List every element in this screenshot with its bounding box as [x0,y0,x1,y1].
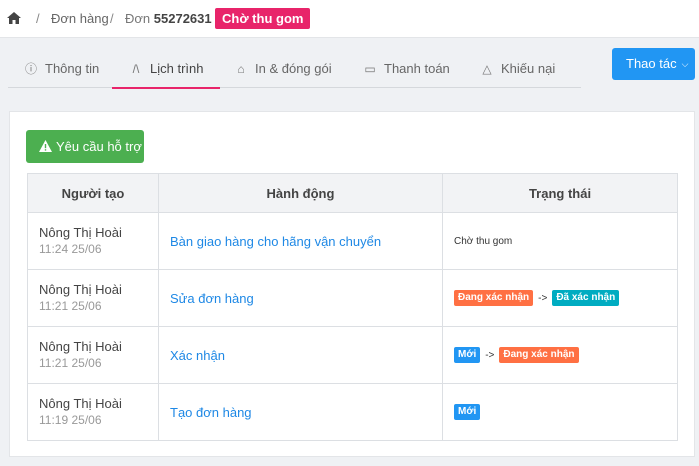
column-header-action: Hành động [158,173,443,213]
warning-icon [39,140,52,152]
table-row: Nông Thị Hoài 11:24 25/06 Bàn giao hàng … [27,212,678,270]
info-circle-icon: ⓘ [24,62,37,76]
tab-label: Khiếu nại [501,61,556,76]
creator-cell: Nông Thị Hoài 11:21 25/06 [27,326,159,384]
actions-label: Thao tác [626,56,677,71]
created-time: 11:21 25/06 [39,356,102,370]
table-row: Nông Thị Hoài 11:19 25/06 Tạo đơn hàng M… [27,383,678,441]
home-icon[interactable] [7,12,21,24]
tab-label: Thanh toán [384,61,450,76]
status-badge-from: Đang xác nhận [454,290,534,306]
inbox-icon: ⌂ [237,62,245,76]
status-badge-to: Đang xác nhận [499,347,579,363]
support-label: Yêu cầu hỗ trợ [56,139,142,154]
creator-name: Nông Thị Hoài [39,396,122,411]
road-icon: /\ [132,62,140,76]
tab-info[interactable]: ⓘ Thông tin [24,50,99,88]
table-row: Nông Thị Hoài 11:21 25/06 Sửa đơn hàng Đ… [27,269,678,327]
tab-label: Thông tin [45,61,100,76]
tab-label: In & đóng gói [255,61,332,76]
schedule-table: Người tạo Hành động Trạng thái Nông Thị … [27,173,678,441]
creator-cell: Nông Thị Hoài 11:19 25/06 [27,383,159,441]
tab-complaint[interactable]: △ Khiếu nại [480,50,555,88]
status-text: Chờ thu gom [454,236,513,247]
breadcrumb-orders-link[interactable]: Đơn hàng [51,11,109,26]
breadcrumb-separator: / [110,11,114,26]
status-cell: Đang xác nhận -> Đã xác nhận [442,269,678,327]
created-time: 11:21 25/06 [39,299,102,313]
status-badge-to: Đã xác nhận [552,290,620,306]
breadcrumb-order: Đơn 55272631 [125,11,212,26]
support-request-button[interactable]: Yêu cầu hỗ trợ [26,130,144,163]
table-header-row: Người tạo Hành động Trạng thái [27,173,678,213]
money-icon: ▭ [364,62,376,76]
creator-cell: Nông Thị Hoài 11:21 25/06 [27,269,159,327]
breadcrumb-bar: / Đơn hàng / Đơn 55272631 Chờ thu gom [0,0,699,38]
table-row: Nông Thị Hoài 11:21 25/06 Xác nhận Mới ->… [27,326,678,384]
action-link[interactable]: Bàn giao hàng cho hãng vận chuyển [158,212,443,270]
column-header-status: Trạng thái [442,173,678,213]
warning-icon: △ [482,62,492,76]
order-tabs: ⓘ Thông tin /\ Lịch trình ⌂ In & đóng gói ▭… [8,50,581,89]
chevron-down-icon: ⌵ [681,59,689,69]
status-badge-from: Mới [454,347,481,363]
creator-name: Nông Thị Hoài [39,225,122,240]
action-link[interactable]: Xác nhận [158,326,443,384]
actions-dropdown-button[interactable]: Thao tác ⌵ [612,48,695,80]
status-arrow: -> [538,292,548,304]
status-cell: Chờ thu gom [442,212,678,270]
creator-cell: Nông Thị Hoài 11:24 25/06 [27,212,159,270]
status-badge: Mới [454,404,481,420]
creator-name: Nông Thị Hoài [39,339,122,354]
tab-label: Lịch trình [150,61,204,76]
status-cell: Mới [442,383,678,441]
created-time: 11:19 25/06 [39,413,102,427]
tab-schedule[interactable]: /\ Lịch trình [112,50,221,89]
action-link[interactable]: Sửa đơn hàng [158,269,443,327]
tab-print-pack[interactable]: ⌂ In & đóng gói [234,50,332,88]
order-number: 55272631 [153,11,212,26]
breadcrumb-separator: / [36,11,40,26]
column-header-creator: Người tạo [27,173,159,213]
order-prefix: Đơn [125,11,151,26]
tab-payment[interactable]: ▭ Thanh toán [363,50,450,88]
order-status-badge: Chờ thu gom [215,8,311,29]
action-link[interactable]: Tạo đơn hàng [158,383,443,441]
status-cell: Mới -> Đang xác nhận [442,326,678,384]
created-time: 11:24 25/06 [39,242,102,256]
creator-name: Nông Thị Hoài [39,282,122,297]
status-arrow: -> [485,349,495,361]
